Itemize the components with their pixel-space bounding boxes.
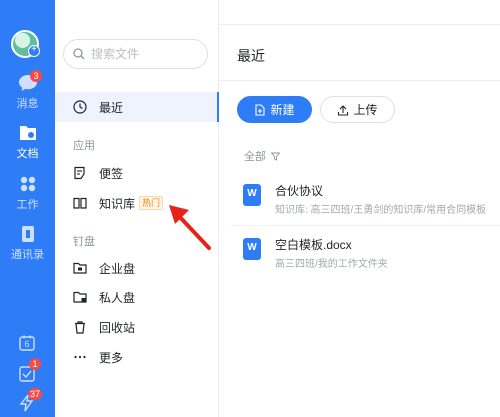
upload-button-label: 上传	[353, 103, 378, 117]
bottom-badge: 37	[28, 388, 43, 400]
new-button[interactable]: 新建	[237, 96, 312, 123]
annotation-arrow-icon	[169, 205, 211, 250]
new-button-label: 新建	[270, 103, 295, 117]
file-name: 空白模板.docx	[275, 238, 352, 252]
hot-tag: 热门	[139, 196, 164, 210]
section-apps: 应用	[73, 140, 95, 152]
section-drives: 钉盘	[73, 236, 95, 248]
address-book-icon	[21, 226, 34, 242]
file-path: 知识库: 高三四班/王勇剑的知识库/常用合同模板	[275, 205, 487, 216]
rail-label-messages: 消息	[16, 98, 39, 110]
search-icon	[73, 48, 85, 60]
search-input[interactable]	[91, 45, 201, 63]
private-folder-icon	[73, 291, 87, 303]
rail-item-docs[interactable]: 文档	[0, 124, 55, 161]
new-file-icon	[255, 103, 266, 116]
nav-label-recent: 最近	[99, 100, 124, 115]
upload-icon	[338, 104, 349, 116]
rail-label-work: 工作	[16, 199, 39, 211]
page-title: 最近	[237, 48, 265, 64]
title-divider	[219, 80, 500, 81]
trash-icon	[75, 321, 85, 334]
book-icon	[73, 197, 87, 209]
nav-item-more[interactable]: 更多	[55, 342, 219, 372]
filter-funnel-icon	[271, 152, 280, 161]
word-doc-icon: W	[243, 184, 261, 206]
rail-item-contacts[interactable]: 通讯录	[0, 225, 55, 262]
file-name: 合伙协议	[275, 184, 324, 198]
file-path: 高三四班/我的工作文件夹	[275, 259, 388, 270]
add-account-icon[interactable]: +	[28, 45, 40, 57]
nav-item-notes[interactable]: 便签	[55, 158, 219, 188]
file-row[interactable]: W 合伙协议 知识库: 高三四班/王勇剑的知识库/常用合同模板	[231, 174, 500, 220]
calendar-day: 6	[24, 339, 30, 349]
window-top-bar	[219, 0, 500, 25]
rail-label-docs: 文档	[16, 148, 39, 160]
nav-item-recycle-bin[interactable]: 回收站	[55, 312, 219, 342]
main-content: 最近 新建 上传 全部 W 合伙协议 知识库: 高三四班/王勇剑的知识库/常用合…	[219, 0, 500, 417]
nav-item-private-drive[interactable]: 私人盘	[55, 282, 219, 312]
nav-item-recent[interactable]: 最近	[55, 92, 219, 122]
file-row[interactable]: W 空白模板.docx 高三四班/我的工作文件夹	[231, 228, 500, 274]
nav-label-notes: 便签	[99, 166, 124, 181]
filter-dropdown[interactable]: 全部	[244, 148, 280, 164]
row-divider	[231, 225, 500, 226]
nav-label-enterprise-drive: 企业盘	[99, 261, 136, 276]
upload-button[interactable]: 上传	[320, 96, 395, 123]
nav-label-more: 更多	[99, 350, 124, 365]
rail-item-messages[interactable]: 消息	[0, 74, 55, 111]
folder-icon	[19, 126, 36, 140]
rail-item-work[interactable]: 工作	[0, 175, 55, 212]
rail-label-contacts: 通讯录	[11, 249, 44, 261]
enterprise-folder-icon	[73, 262, 87, 274]
clock-icon	[73, 100, 87, 114]
word-doc-icon: W	[243, 238, 261, 260]
nav-label-recycle-bin: 回收站	[99, 320, 136, 335]
app-sidebar-rail: + 消息 3 文档 工作 通讯录 6 1 37	[0, 0, 55, 417]
todo-badge: 1	[29, 358, 41, 370]
grid-apps-icon	[20, 176, 35, 192]
nav-label-private-drive: 私人盘	[99, 290, 136, 305]
messages-badge: 3	[30, 70, 42, 82]
nav-item-enterprise-drive[interactable]: 企业盘	[55, 253, 219, 283]
nav-label-knowledge-base: 知识库	[99, 196, 136, 211]
more-dots-icon	[74, 355, 86, 359]
filter-label: 全部	[244, 151, 266, 163]
search-box[interactable]	[63, 39, 208, 69]
note-icon	[74, 166, 85, 180]
